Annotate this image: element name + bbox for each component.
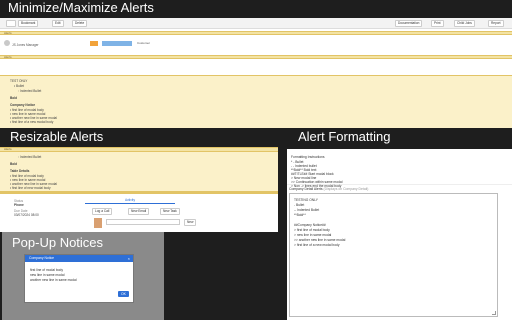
status-badge-orange xyxy=(90,41,98,46)
textarea-line: >> another new line in same modal xyxy=(294,238,346,242)
company-alerts-textarea[interactable]: TESTING ONLY - Bullet -- Indented Bullet… xyxy=(289,193,498,317)
textarea-line: > first line of a new modal body xyxy=(294,243,340,247)
toolbar-button-bookmark-label: Bookmark xyxy=(21,21,36,25)
caption-popup: Pop-Up Notices xyxy=(12,235,104,250)
alert-body-expanded: TEST ONLY • Bullet ◦ Indented Bullet Bol… xyxy=(0,75,512,128)
textarea-line: - Bullet xyxy=(294,203,305,207)
toolbar-button-documentation[interactable]: Documentation xyxy=(395,20,423,27)
avatar xyxy=(4,40,10,46)
toolbar: Bookmark Edit Delete Documentation Print… xyxy=(0,18,512,29)
detail-value-due: 03/07/2024 08:00 xyxy=(14,213,39,217)
new-email-label: New Email xyxy=(131,209,147,213)
field-label: Company Detail Alerts (Displays on Compa… xyxy=(289,187,368,191)
instructions-title: Formatting Instructions xyxy=(291,155,325,159)
modal-header: Company Notice × xyxy=(25,255,133,262)
modal-line-3: another new line in same modal xyxy=(30,278,77,282)
modal-title: Company Notice xyxy=(29,256,55,260)
new-email-button[interactable]: New Email xyxy=(128,208,150,215)
textarea-line: **Bold** xyxy=(294,213,306,217)
modal-line-2: new line in same modal xyxy=(30,273,65,277)
alert-bar-label: Alerts xyxy=(4,31,12,35)
toolbar-button-child-jobs[interactable]: Child Jobs xyxy=(454,20,475,27)
resize-handle[interactable] xyxy=(0,191,278,193)
toolbar-button-report-label: Report xyxy=(491,21,501,25)
toolbar-button-delete-label: Delete xyxy=(75,21,85,25)
popup-panel: Pop-Up Notices Company Notice × first li… xyxy=(2,232,164,320)
new-button-label: New xyxy=(187,220,194,224)
textarea-line: -- Indented Bullet xyxy=(294,208,320,212)
res-line-2: Bold xyxy=(10,162,18,166)
res-line-1: ◦ Indented Bullet xyxy=(18,155,42,159)
toolbar-button-print[interactable]: Print xyxy=(431,20,444,27)
textarea-line: TESTING ONLY xyxy=(294,198,318,202)
toolbar-button-child-jobs-label: Child Jobs xyxy=(457,21,472,25)
detail-label-phone: Phone xyxy=(14,203,24,207)
formatting-instructions: Formatting Instructions * - Bullet - - I… xyxy=(287,149,512,188)
resizable-panel: Alerts ◦ Indented Bullet Bold Table Deta… xyxy=(0,147,278,232)
alert-resizable[interactable]: Alerts ◦ Indented Bullet Bold Table Deta… xyxy=(0,147,278,194)
new-button[interactable]: New xyxy=(184,219,197,226)
alert-bar-collapsed[interactable]: Alerts xyxy=(0,31,512,35)
alert-line-1: TEST ONLY xyxy=(10,79,28,83)
alert-line-4: Bold xyxy=(10,96,18,100)
alert-bar-expanded[interactable]: Alerts xyxy=(0,55,512,59)
modal-line-1: first line of modal body xyxy=(30,268,63,272)
caption-minimize: Minimize/Maximize Alerts xyxy=(8,0,154,15)
toolbar-button-report[interactable]: Report xyxy=(488,20,504,27)
activity-tab[interactable]: Activity xyxy=(85,198,175,204)
toolbar-button-delete[interactable]: Delete xyxy=(72,20,88,27)
textarea-resize-grip[interactable] xyxy=(492,311,496,315)
record-owner: JS Jones Manager xyxy=(12,43,39,47)
company-notice-modal: Company Notice × first line of modal bod… xyxy=(24,254,134,303)
textarea-line: ##Company Notice## xyxy=(294,223,326,227)
toolbar-button-0[interactable] xyxy=(6,20,16,27)
toolbar-button-edit-label: Edit xyxy=(55,21,61,25)
alert-line-9: • first line of a new modal body xyxy=(10,120,54,124)
record-thumbnail xyxy=(94,218,102,228)
alert-bar-resizable-label: Alerts xyxy=(4,147,12,151)
caption-formatting: Alert Formatting xyxy=(298,129,391,144)
alert-line-5: Company Notice xyxy=(10,103,36,107)
formatting-panel: Formatting Instructions * - Bullet - - I… xyxy=(287,149,512,320)
minimize-panel: Bookmark Edit Delete Documentation Print… xyxy=(0,18,512,128)
close-icon[interactable]: × xyxy=(128,255,130,262)
alert-line-3: ◦ Indented Bullet xyxy=(18,89,42,93)
toolbar-button-bookmark[interactable]: Bookmark xyxy=(18,20,39,27)
record-type-label: Customer xyxy=(134,41,153,46)
record-detail-strip: Status Phone Due Date 03/07/2024 08:00 A… xyxy=(0,198,278,232)
log-call-label: Log a Call xyxy=(95,209,110,213)
textarea-line: > first line of modal body xyxy=(294,228,330,232)
log-call-button[interactable]: Log a Call xyxy=(92,208,113,215)
toolbar-button-documentation-label: Documentation xyxy=(398,21,420,25)
textarea-line: > new line in same modal xyxy=(294,233,332,237)
new-task-label: New Task xyxy=(163,209,177,213)
activity-tab-label: Activity xyxy=(124,198,136,202)
new-task-button[interactable]: New Task xyxy=(160,208,180,215)
alert-bar-expanded-label: Alerts xyxy=(4,55,12,59)
status-badge-blue xyxy=(102,41,132,46)
toolbar-button-edit[interactable]: Edit xyxy=(52,20,64,27)
field-label-text: Company Detail Alerts xyxy=(289,187,323,191)
res-line-7: • first line of new modal body xyxy=(10,186,51,190)
ok-button[interactable]: OK xyxy=(118,291,129,297)
record-type-text: Customer xyxy=(137,41,151,45)
toolbar-button-print-label: Print xyxy=(434,21,441,25)
res-line-3: Table Details xyxy=(10,169,30,173)
caption-resizable: Resizable Alerts xyxy=(10,129,104,144)
note-input[interactable] xyxy=(106,219,180,225)
alert-line-2: • Bullet xyxy=(14,84,24,88)
field-label-hint: (Displays on Company Detail) xyxy=(323,187,369,191)
alert-bar-resizable[interactable]: Alerts xyxy=(0,148,278,152)
